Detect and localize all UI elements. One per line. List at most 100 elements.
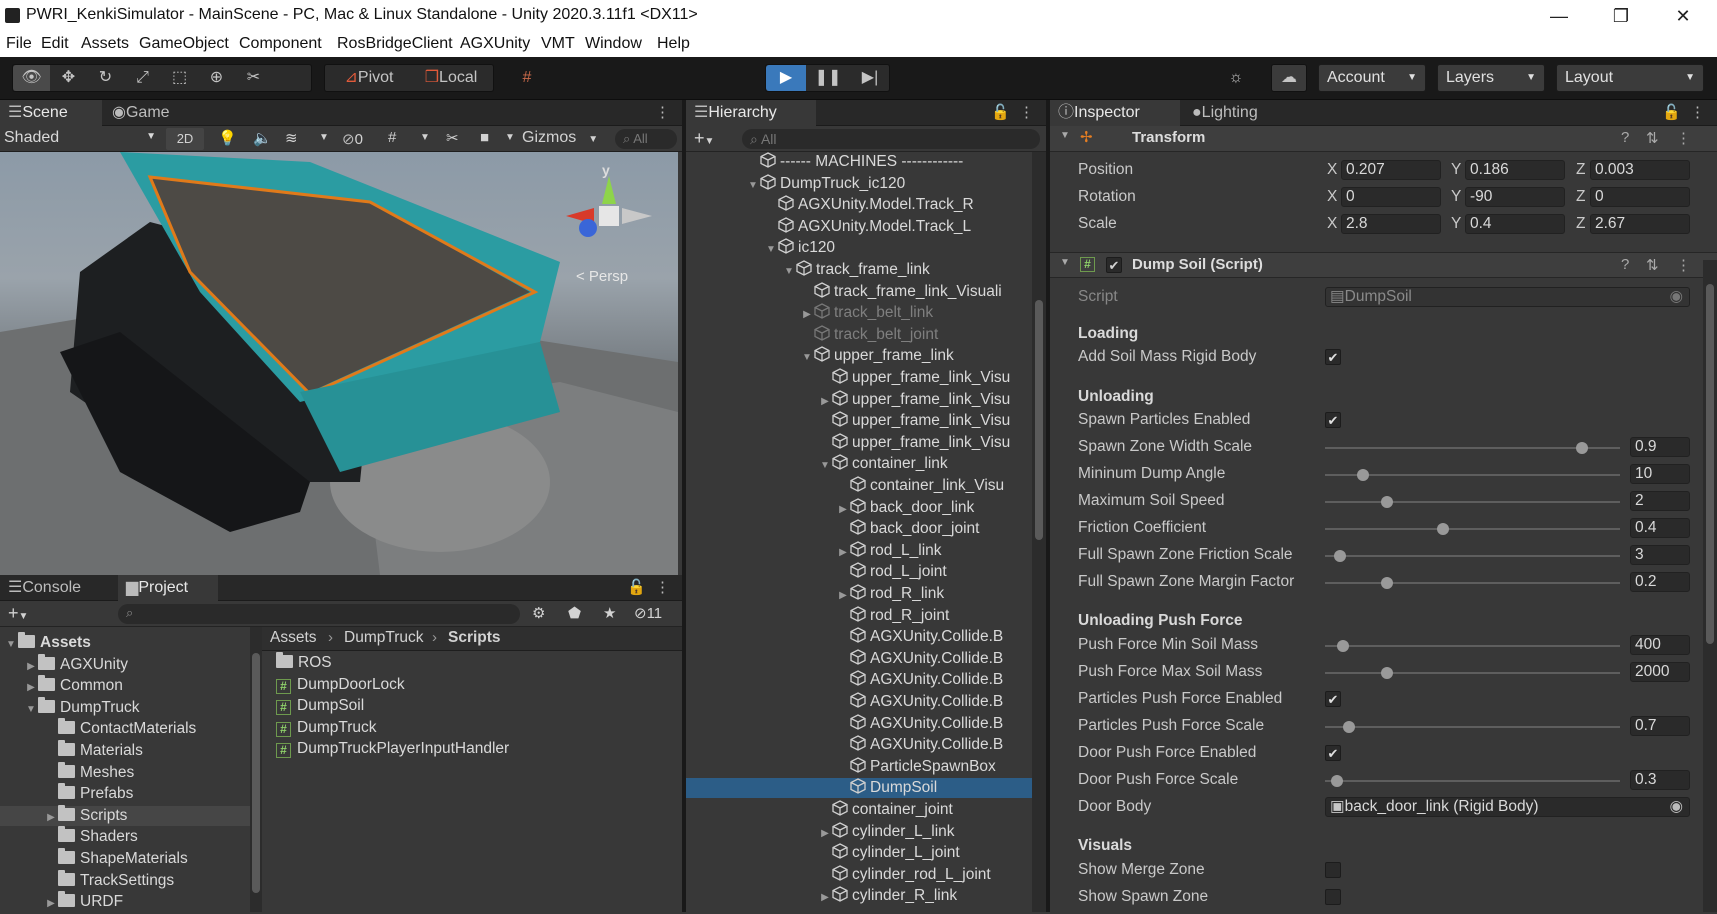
rotation-y-field[interactable]: -90 — [1465, 187, 1565, 207]
full-spawn-friction-field[interactable]: 3 — [1630, 545, 1690, 565]
hierarchy-item[interactable]: rod_R_joint — [686, 605, 1032, 626]
friction-field[interactable]: 0.4 — [1630, 518, 1690, 538]
hierarchy-item[interactable]: ▼ container_link — [686, 454, 1032, 474]
show-spawn-checkbox[interactable] — [1325, 889, 1341, 905]
hierarchy-item[interactable]: ▶ back_door_link — [686, 497, 1032, 518]
slider-knob[interactable] — [1380, 577, 1393, 589]
tab-hierarchy[interactable]: ☰ Hierarchy — [686, 100, 816, 126]
tab-project[interactable]: ▆ Project — [118, 575, 218, 601]
grid-toggle-icon[interactable]: # — [388, 129, 396, 146]
folder-item[interactable]: Materials — [0, 740, 250, 761]
folder-item[interactable]: ShapeMaterials — [0, 848, 250, 869]
expand-arrow-icon[interactable]: ▼ — [746, 176, 760, 196]
folder-item[interactable]: Meshes — [0, 761, 250, 783]
hierarchy-item[interactable]: back_door_joint — [686, 519, 1032, 539]
min-dump-angle-slider[interactable] — [1325, 469, 1620, 481]
persp-label[interactable]: < Persp — [576, 268, 628, 285]
folder-item[interactable]: Shaders — [0, 826, 250, 847]
panel-menu-icon[interactable]: ⋮ — [655, 578, 670, 596]
scene-search-input[interactable]: ⌕ All — [615, 129, 677, 149]
menu-agxunity[interactable]: AGXUnity — [460, 35, 530, 53]
panel-menu-icon[interactable]: ⋮ — [1019, 103, 1034, 121]
panel-menu-icon[interactable]: ⋮ — [1690, 103, 1705, 121]
full-spawn-margin-slider[interactable] — [1325, 577, 1620, 589]
hierarchy-item[interactable]: AGXUnity.Collide.B — [686, 713, 1032, 734]
component-menu-icon[interactable]: ⋮ — [1676, 129, 1691, 147]
filter-type-icon[interactable]: ⚙ — [532, 604, 545, 622]
tools-icon[interactable]: ✂ — [446, 129, 459, 147]
scale-x-field[interactable]: 2.8 — [1341, 214, 1441, 234]
cloud-button[interactable]: ☁ — [1271, 64, 1307, 92]
position-x-field[interactable]: 0.207 — [1341, 160, 1441, 180]
audio-toggle-icon[interactable]: 🔈 — [253, 129, 272, 147]
door-push-scale-slider[interactable] — [1325, 775, 1620, 787]
create-button[interactable]: +▼ — [694, 128, 714, 149]
spawn-zone-width-slider[interactable] — [1325, 442, 1620, 454]
inspector-scrollbar[interactable] — [1703, 260, 1717, 912]
slider-knob[interactable] — [1333, 550, 1346, 562]
collapse-arrow-icon[interactable]: ▶ — [818, 824, 832, 844]
collapse-arrow-icon[interactable]: ▶ — [44, 808, 58, 828]
hierarchy-item[interactable]: ▶ cylinder_L_link — [686, 821, 1032, 844]
local-button[interactable]: ❒Local — [411, 65, 491, 91]
spawn-zone-width-field[interactable]: 0.9 — [1630, 437, 1690, 457]
asset-item[interactable]: # DumpTruck — [276, 718, 377, 738]
expand-arrow-icon[interactable]: ▼ — [764, 240, 778, 260]
scale-z-field[interactable]: 2.67 — [1590, 214, 1690, 234]
hierarchy-item[interactable]: cylinder_L_joint — [686, 843, 1032, 863]
hierarchy-item[interactable]: upper_frame_link_Visu — [686, 368, 1032, 388]
component-enabled-checkbox[interactable]: ✔ — [1106, 257, 1122, 273]
hierarchy-item[interactable]: upper_frame_link_Visu — [686, 411, 1032, 431]
menu-rosbridgeclient[interactable]: RosBridgeClient — [337, 35, 453, 53]
hierarchy-item[interactable]: AGXUnity.Collide.B — [686, 735, 1032, 755]
favorite-icon[interactable]: ★ — [603, 604, 616, 622]
collapse-arrow-icon[interactable]: ▶ — [818, 888, 832, 908]
expand-arrow-icon[interactable]: ▼ — [782, 262, 796, 282]
project-search-input[interactable]: ⌕ — [118, 604, 520, 624]
scale-y-field[interactable]: 0.4 — [1465, 214, 1565, 234]
chevron-down-icon[interactable]: ▼ — [505, 132, 515, 143]
door-push-scale-field[interactable]: 0.3 — [1630, 770, 1690, 790]
layers-dropdown[interactable]: Layers ▼ — [1437, 64, 1545, 92]
scrollbar-thumb[interactable] — [252, 653, 260, 893]
menu-gameobject[interactable]: GameObject — [139, 35, 229, 53]
hierarchy-scrollbar[interactable] — [1032, 152, 1046, 912]
tab-inspector[interactable]: ⓘ Inspector — [1050, 100, 1180, 126]
hierarchy-item[interactable]: cylinder_rod_L_joint — [686, 865, 1032, 885]
shading-dropdown[interactable]: Shaded ▼ — [4, 129, 158, 149]
create-button[interactable]: +▼ — [8, 603, 28, 624]
menu-help[interactable]: Help — [657, 35, 690, 53]
menu-file[interactable]: File — [6, 35, 32, 53]
full-spawn-margin-field[interactable]: 0.2 — [1630, 572, 1690, 592]
rotation-x-field[interactable]: 0 — [1341, 187, 1441, 207]
layout-dropdown[interactable]: Layout ▼ — [1556, 64, 1704, 92]
hierarchy-item[interactable]: ▼ DumpTruck_ic120 — [686, 173, 1032, 196]
menu-component[interactable]: Component — [239, 35, 322, 53]
show-merge-checkbox[interactable] — [1325, 862, 1341, 878]
folder-item[interactable]: ▼ DumpTruck — [0, 696, 250, 718]
breadcrumb-assets[interactable]: Assets — [270, 629, 317, 647]
camera-icon[interactable]: ■ — [480, 129, 489, 146]
hierarchy-search-input[interactable]: ⌕ All — [742, 129, 1040, 149]
hierarchy-item[interactable]: container_link_Visu — [686, 476, 1032, 496]
slider-knob[interactable] — [1330, 775, 1343, 787]
particles-push-scale-field[interactable]: 0.7 — [1630, 716, 1690, 736]
hierarchy-item[interactable]: track_belt_joint — [686, 325, 1032, 345]
push-max-mass-slider[interactable] — [1325, 667, 1620, 679]
max-soil-speed-field[interactable]: 2 — [1630, 491, 1690, 511]
custom-tool-icon[interactable]: ✂ — [235, 65, 272, 91]
door-body-field[interactable]: ▣back_door_link (Rigid Body) ◉ — [1325, 797, 1690, 817]
rect-tool-icon[interactable]: ⬚ — [161, 65, 198, 91]
hidden-objects-button[interactable]: ⊘0 — [342, 130, 363, 148]
asset-item[interactable]: ROS — [276, 652, 332, 673]
hierarchy-item[interactable]: ▶ upper_frame_link_Visu — [686, 389, 1032, 410]
grid-snap-icon[interactable]: # — [512, 65, 542, 91]
add-soil-mass-checkbox[interactable]: ✔ — [1325, 349, 1341, 365]
expand-arrow-icon[interactable]: ▼ — [818, 456, 832, 476]
preset-icon[interactable]: ⇅ — [1646, 129, 1659, 147]
collapse-arrow-icon[interactable]: ▶ — [44, 894, 58, 914]
help-icon[interactable]: ? — [1621, 129, 1629, 146]
position-y-field[interactable]: 0.186 — [1465, 160, 1565, 180]
menu-vmt[interactable]: VMT — [541, 35, 575, 53]
close-button[interactable]: ✕ — [1660, 3, 1706, 29]
